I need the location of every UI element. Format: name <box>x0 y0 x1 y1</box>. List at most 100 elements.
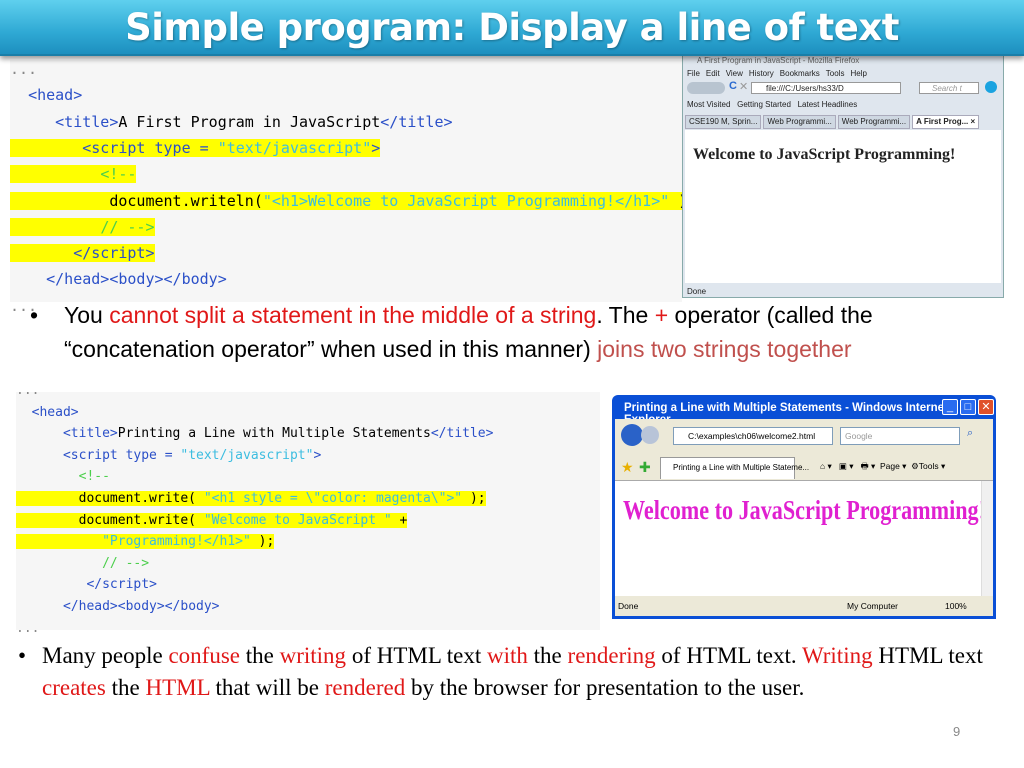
code-token: </script> <box>73 244 155 263</box>
scrollbar[interactable] <box>981 481 993 596</box>
favorites-star-icon[interactable]: ★ <box>621 459 634 476</box>
maximize-button[interactable]: □ <box>960 399 976 415</box>
tab-first-program[interactable]: A First Prog... × <box>912 115 980 129</box>
code-token: document.writeln( <box>10 191 263 210</box>
stop-icon[interactable]: ✕ <box>739 80 748 93</box>
code-line: <!-- <box>10 165 137 184</box>
bullet-dot: • <box>30 302 39 328</box>
forward-icon[interactable] <box>641 426 659 444</box>
bookmark-latest-headlines[interactable]: Latest Headlines <box>798 100 858 109</box>
code-line: document.write( "Welcome to JavaScript "… <box>16 512 408 528</box>
code-token: ... <box>10 60 38 78</box>
back-forward-icon[interactable] <box>687 82 725 94</box>
text-run: by the browser for presentation to the u… <box>405 675 805 700</box>
bookmark-getting-started[interactable]: Getting Started <box>737 100 791 109</box>
code-token: </title> <box>430 426 494 442</box>
ie-status-bar: Done My Computer 100% <box>615 596 993 616</box>
emphasis-text: + <box>654 302 669 328</box>
code-line: </script> <box>16 577 156 592</box>
text-run: the <box>105 675 146 700</box>
code-line: <title>Printing a Line with Multiple Sta… <box>16 426 494 442</box>
text-run: . The <box>596 302 655 328</box>
tab-web-programming-2[interactable]: Web Programmi... <box>837 115 911 129</box>
code-token: document.write( <box>16 512 204 528</box>
code-line: <!-- <box>16 469 110 484</box>
code-token: > <box>313 447 322 463</box>
ie-page-content: Welcome to JavaScript Programming! <box>615 480 993 596</box>
text-run: of HTML text <box>346 643 488 668</box>
code-token: Printing a Line with Multiple Statements <box>117 426 431 442</box>
tools-menu[interactable]: Tools ▾ <box>919 461 945 471</box>
emphasis-text: cannot split a statement in the middle o… <box>109 302 597 328</box>
page-menu[interactable]: Page ▾ <box>880 461 906 471</box>
bookmark-most-visited[interactable]: Most Visited <box>687 100 730 109</box>
code-line: <title>A First Program in JavaScript</ti… <box>10 112 452 131</box>
text-run: the <box>527 643 568 668</box>
search-input[interactable]: Google <box>840 427 960 445</box>
add-favorite-icon[interactable]: ✚ <box>639 459 651 476</box>
minimize-button[interactable]: _ <box>942 399 958 415</box>
tab-web-programming-1[interactable]: Web Programmi... <box>763 115 836 129</box>
page-number: 9 <box>953 724 961 739</box>
code-token: <title> <box>55 112 119 131</box>
emphasis-text: rendered <box>324 675 406 700</box>
code-token: <head> <box>28 86 83 105</box>
code-token: "<h1 style = \"color: magenta\">" <box>203 491 463 506</box>
code-line: </script> <box>10 244 155 263</box>
reload-icon[interactable]: C <box>729 80 737 92</box>
search-input[interactable]: Search t <box>919 82 979 94</box>
code-token: ); <box>250 534 275 550</box>
code-listing-1: ... <head> <title>A First Program in Jav… <box>10 60 697 315</box>
ie-command-bar: ⌂ ▾ ▣ ▾ 🖶 ▾ Page ▾ ⚙Tools ▾ <box>820 461 946 471</box>
skype-icon <box>985 81 997 93</box>
code-line: <head> <box>16 405 79 420</box>
search-icon[interactable]: ⌕ <box>967 427 973 440</box>
menu-tools[interactable]: Tools <box>826 69 845 78</box>
url-input[interactable]: file:///C:/Users/hs33/D <box>751 82 901 94</box>
code-token: // --> <box>100 217 155 236</box>
code-line: <script type = "text/javascript"> <box>10 138 381 157</box>
ie-window-screenshot: Printing a Line with Multiple Statements… <box>612 395 996 619</box>
emphasis-text: writing <box>279 643 347 668</box>
code-token: + <box>391 512 408 528</box>
zoom-level[interactable]: 100% <box>945 596 967 616</box>
zone-text: My Computer <box>847 601 899 611</box>
code-line: ... <box>16 621 39 636</box>
menu-edit[interactable]: Edit <box>706 69 720 78</box>
code-line: "Programming!</h1>" ); <box>16 534 275 550</box>
code-token: // --> <box>102 555 150 571</box>
code-token: <title> <box>62 426 118 442</box>
back-icon[interactable] <box>621 424 643 446</box>
menu-bookmarks[interactable]: Bookmarks <box>780 69 820 78</box>
code-line: // --> <box>10 217 155 236</box>
address-input[interactable]: C:\examples\ch06\welcome2.html <box>673 427 833 445</box>
code-token: </head><body></body> <box>62 599 220 614</box>
menu-history[interactable]: History <box>749 69 774 78</box>
code-line: // --> <box>16 556 149 571</box>
code-token: > <box>371 138 381 157</box>
menu-view[interactable]: View <box>726 69 743 78</box>
firefox-page-content: Welcome to JavaScript Programming! <box>685 130 1001 283</box>
emphasis-text: joins two strings together <box>597 336 852 362</box>
bullet-text: You cannot split a statement in the midd… <box>64 298 1014 366</box>
code-token: <script type = <box>82 138 218 157</box>
ie-tab[interactable]: Printing a Line with Multiple Stateme... <box>660 457 809 479</box>
bookmarks-toolbar: Most Visited Getting Started Latest Head… <box>687 100 857 109</box>
menu-file[interactable]: File <box>687 69 700 78</box>
bullet-dot: • <box>18 643 27 668</box>
tab-cse190[interactable]: CSE190 M, Sprin... <box>685 115 762 129</box>
code-token: "text/javascript" <box>217 138 372 157</box>
close-button[interactable]: ✕ <box>978 399 994 415</box>
code-token: "Welcome to JavaScript " <box>203 512 392 528</box>
menu-help[interactable]: Help <box>850 69 866 78</box>
text-run: Many people <box>42 643 169 668</box>
slide-title-bar: Simple program: Display a line of text <box>0 0 1024 56</box>
